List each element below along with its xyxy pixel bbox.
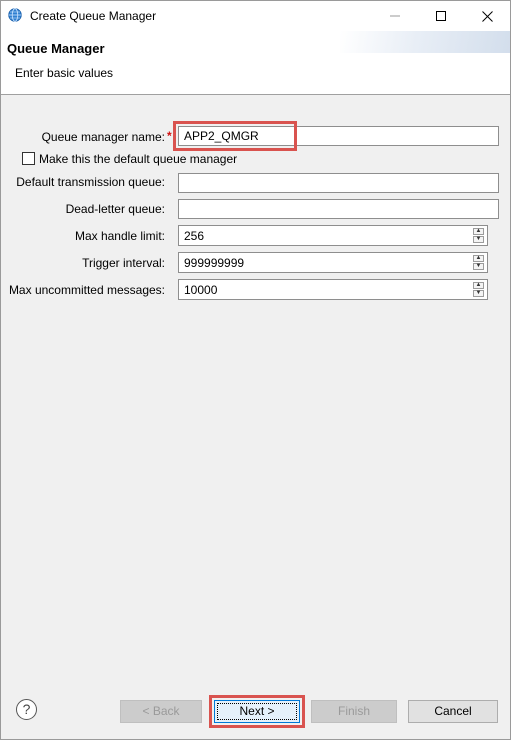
cancel-button[interactable]: Cancel: [408, 700, 498, 723]
max-handle-limit-label: Max handle limit:: [75, 229, 165, 243]
page-title: Queue Manager: [7, 41, 105, 56]
default-qm-label[interactable]: Make this the default queue manager: [39, 152, 237, 166]
trigger-interval-label: Trigger interval:: [82, 256, 165, 270]
max-uncommitted-label-text: Max uncommitted messages:: [8, 283, 165, 297]
max-uncommitted-spinner[interactable]: 10000 ▲ ▼: [178, 279, 488, 300]
default-qm-checkbox[interactable]: [22, 152, 35, 165]
help-icon[interactable]: ?: [16, 699, 37, 720]
header-banner-decoration: [340, 31, 510, 53]
dead-letter-queue-input[interactable]: [178, 199, 499, 219]
qm-name-label-text: Queue manager name:: [41, 130, 165, 144]
trigger-interval-value: 999999999: [184, 256, 245, 270]
spin-up-icon[interactable]: ▲: [473, 228, 484, 235]
max-handle-limit-stepper: ▲ ▼: [473, 228, 484, 243]
default-transmission-queue-input[interactable]: [178, 173, 499, 193]
trigger-interval-stepper: ▲ ▼: [473, 255, 484, 270]
max-handle-limit-spinner[interactable]: 256 ▲ ▼: [178, 225, 488, 246]
title-bar: Create Queue Manager: [1, 1, 510, 31]
max-uncommitted-value: 10000: [184, 283, 218, 297]
max-uncommitted-label: Max uncommitted messages:: [9, 283, 165, 297]
required-marker: *: [167, 129, 172, 143]
qm-name-label: Queue manager name:: [42, 130, 165, 144]
default-transmission-queue-label: Default transmission queue:: [16, 175, 165, 189]
qm-name-highlight: [173, 121, 297, 151]
minimize-icon: [390, 15, 400, 17]
dead-letter-queue-label: Dead-letter queue:: [66, 202, 165, 216]
spin-down-icon[interactable]: ▼: [473, 236, 484, 243]
next-button-highlight: [209, 695, 305, 728]
finish-button[interactable]: Finish: [311, 700, 397, 723]
default-transmission-queue-label-text: Default transmission queue:: [16, 175, 165, 189]
window-title: Create Queue Manager: [30, 9, 157, 23]
globe-icon: [8, 8, 22, 22]
maximize-button[interactable]: [418, 1, 464, 31]
close-icon: [481, 10, 493, 22]
max-uncommitted-stepper: ▲ ▼: [473, 282, 484, 297]
minimize-button[interactable]: [372, 1, 418, 31]
back-button[interactable]: < Back: [120, 700, 202, 723]
spin-down-icon[interactable]: ▼: [473, 263, 484, 270]
spin-down-icon[interactable]: ▼: [473, 290, 484, 297]
trigger-interval-spinner[interactable]: 999999999 ▲ ▼: [178, 252, 488, 273]
spin-up-icon[interactable]: ▲: [473, 255, 484, 262]
max-handle-limit-label-text: Max handle limit:: [74, 229, 165, 243]
max-handle-limit-value: 256: [184, 229, 205, 243]
wizard-header: Queue Manager Enter basic values: [1, 31, 510, 95]
dead-letter-queue-label-text: Dead-letter queue:: [65, 202, 165, 216]
trigger-interval-label-text: Trigger interval:: [82, 256, 165, 270]
page-description: Enter basic values: [15, 66, 114, 80]
maximize-icon: [436, 11, 446, 21]
dialog-window: Create Queue Manager Queue Manager Enter…: [0, 0, 511, 740]
spin-up-icon[interactable]: ▲: [473, 282, 484, 289]
close-button[interactable]: [464, 1, 510, 31]
